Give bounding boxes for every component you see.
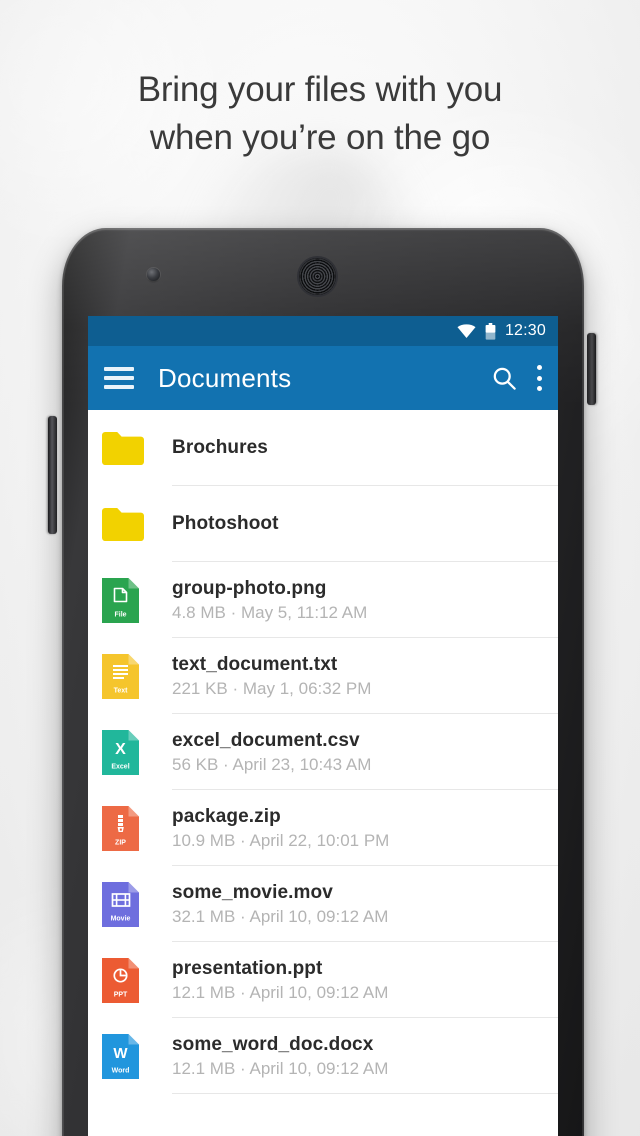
- search-icon[interactable]: [491, 365, 518, 392]
- file-name: group-photo.png: [172, 577, 327, 599]
- file-icon-cell: Movie: [102, 881, 172, 927]
- phone-screen: 12:30 Documents Brochures Photoshoot Fil…: [88, 316, 558, 1136]
- promo-headline: Bring your files with you when you’re on…: [137, 70, 503, 157]
- file-meta: 10.9 MB · April 22, 10:01 PM: [172, 830, 390, 850]
- svg-text:Movie: Movie: [111, 915, 131, 922]
- file-text-cell: Brochures: [172, 437, 558, 459]
- file-name: some_word_doc.docx: [172, 1033, 374, 1055]
- svg-text:File: File: [114, 611, 126, 618]
- svg-text:Excel: Excel: [111, 763, 129, 770]
- earpiece-speaker-icon: [299, 258, 336, 295]
- file-text-cell: excel_document.csv 56 KB · April 23, 10:4…: [172, 730, 558, 775]
- file-text-cell: presentation.ppt 12.1 MB · April 10, 09:1…: [172, 958, 558, 1003]
- file-icon-cell: X Excel: [102, 729, 172, 775]
- file-list-item[interactable]: Text text_document.txt 221 KB · May 1, 06:…: [88, 638, 558, 714]
- file-list-item[interactable]: W Word some_word_doc.docx 12.1 MB · April 1…: [88, 1018, 558, 1094]
- file-list-item[interactable]: X Excel excel_document.csv 56 KB · April 23…: [88, 714, 558, 790]
- file-name: package.zip: [172, 805, 281, 827]
- file-name: text_document.txt: [172, 653, 338, 675]
- file-text-cell: some_movie.mov 32.1 MB · April 10, 09:12 …: [172, 882, 558, 927]
- hamburger-menu-icon[interactable]: [104, 367, 134, 389]
- volume-rocker-button[interactable]: [48, 416, 57, 534]
- file-list-item[interactable]: Movie some_movie.mov 32.1 MB · April 10, 0…: [88, 866, 558, 942]
- file-document-icon: File: [102, 577, 139, 623]
- file-text-cell: Photoshoot: [172, 513, 558, 535]
- text-file-icon: Text: [102, 653, 139, 699]
- wifi-icon: [457, 323, 476, 338]
- file-meta: 4.8 MB · May 5, 11:12 AM: [172, 602, 368, 622]
- file-icon-cell: Text: [102, 653, 172, 699]
- app-bar: Documents: [88, 346, 558, 410]
- battery-icon: [485, 322, 496, 340]
- file-list-item[interactable]: PPT presentation.ppt 12.1 MB · April 10, 0…: [88, 942, 558, 1018]
- app-bar-actions: [491, 365, 542, 392]
- file-text-cell: some_word_doc.docx 12.1 MB · April 10, 09…: [172, 1034, 558, 1079]
- file-meta: 12.1 MB · April 10, 09:12 AM: [172, 1058, 389, 1078]
- file-meta: 32.1 MB · April 10, 09:12 AM: [172, 906, 389, 926]
- file-meta: 56 KB · April 23, 10:43 AM: [172, 754, 372, 774]
- file-name: presentation.ppt: [172, 957, 323, 979]
- file-name: some_movie.mov: [172, 881, 333, 903]
- file-text-cell: package.zip 10.9 MB · April 22, 10:01 PM: [172, 806, 558, 851]
- folder-icon: [102, 507, 144, 541]
- status-bar-clock: 12:30: [504, 321, 546, 339]
- file-list-item[interactable]: Brochures: [88, 410, 558, 486]
- file-icon-cell: [102, 507, 172, 541]
- power-button[interactable]: [587, 333, 596, 405]
- file-name: Brochures: [172, 437, 268, 458]
- file-icon-cell: PPT: [102, 957, 172, 1003]
- file-icon-cell: ZIP: [102, 805, 172, 851]
- svg-text:Word: Word: [112, 1067, 130, 1074]
- file-list: Brochures Photoshoot File group-photo.png 4.…: [88, 410, 558, 1094]
- page-title: Documents: [158, 362, 292, 393]
- svg-text:Text: Text: [114, 687, 129, 694]
- svg-text:W: W: [113, 1045, 128, 1062]
- folder-icon: [102, 431, 144, 465]
- file-icon-cell: File: [102, 577, 172, 623]
- file-icon-cell: W Word: [102, 1033, 172, 1079]
- overflow-menu-icon[interactable]: [536, 365, 542, 391]
- file-list-item[interactable]: File group-photo.png 4.8 MB · May 5, 11:12…: [88, 562, 558, 638]
- file-list-item[interactable]: Photoshoot: [88, 486, 558, 562]
- word-file-icon: W Word: [102, 1033, 139, 1079]
- svg-text:X: X: [115, 741, 126, 758]
- file-meta: 12.1 MB · April 10, 09:12 AM: [172, 982, 389, 1002]
- file-name: excel_document.csv: [172, 729, 360, 751]
- zip-file-icon: ZIP: [102, 805, 139, 851]
- promo-screenshot: Bring your files with you when you’re on…: [0, 0, 640, 1136]
- file-meta: 221 KB · May 1, 06:32 PM: [172, 678, 372, 698]
- file-list-item[interactable]: ZIP package.zip 10.9 MB · April 22, 10:01 …: [88, 790, 558, 866]
- excel-file-icon: X Excel: [102, 729, 139, 775]
- powerpoint-file-icon: PPT: [102, 957, 139, 1003]
- svg-text:PPT: PPT: [114, 991, 128, 998]
- file-text-cell: text_document.txt 221 KB · May 1, 06:32 P…: [172, 654, 558, 699]
- list-divider: [172, 1093, 558, 1094]
- file-name: Photoshoot: [172, 513, 279, 534]
- file-icon-cell: [102, 431, 172, 465]
- movie-file-icon: Movie: [102, 881, 139, 927]
- status-bar: 12:30: [88, 316, 558, 346]
- svg-text:ZIP: ZIP: [115, 839, 126, 846]
- phone-mockup: 12:30 Documents Brochures Photoshoot Fil…: [48, 228, 596, 1136]
- file-text-cell: group-photo.png 4.8 MB · May 5, 11:12 AM: [172, 578, 558, 623]
- front-camera-icon: [147, 268, 160, 281]
